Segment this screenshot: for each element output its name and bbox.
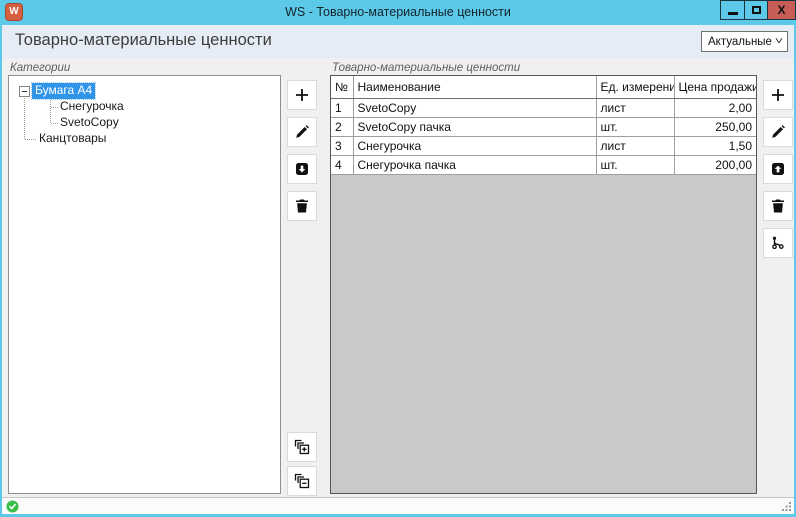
unarchive-item-button[interactable] <box>763 154 793 184</box>
tree-connector-line <box>24 98 25 139</box>
tree-node-category[interactable]: SvetoCopy <box>57 115 122 131</box>
plus-icon <box>770 87 786 103</box>
cell-price: 200,00 <box>674 155 756 174</box>
archive-down-icon <box>294 161 310 177</box>
column-header-number[interactable]: № <box>331 76 353 98</box>
expand-all-icon <box>294 439 310 455</box>
item-relations-button[interactable] <box>763 228 793 258</box>
client-area: Товарно-материальные ценности Актуальные… <box>2 25 794 514</box>
titlebar: W WS - Товарно-материальные ценности X <box>0 0 796 25</box>
categories-tree: Бумага А4 Снегурочка SvetoCopy Канцтовар… <box>9 76 280 493</box>
column-header-unit[interactable]: Ед. измерения <box>596 76 674 98</box>
cell-unit: лист <box>596 98 674 117</box>
delete-item-button[interactable] <box>763 191 793 221</box>
table-row[interactable]: 3 Снегурочка лист 1,50 <box>331 136 756 155</box>
categories-tree-panel: Бумага А4 Снегурочка SvetoCopy Канцтовар… <box>8 75 281 494</box>
items-table: № Наименование Ед. измерения Цена продаж… <box>331 76 756 175</box>
trash-icon <box>770 198 786 214</box>
page-header: Товарно-материальные ценности Актуальные… <box>2 25 794 58</box>
cell-name: Снегурочка <box>353 136 596 155</box>
success-check-icon <box>6 500 19 513</box>
add-item-button[interactable] <box>763 80 793 110</box>
edit-category-button[interactable] <box>287 117 317 147</box>
column-header-name[interactable]: Наименование <box>353 76 596 98</box>
edit-item-button[interactable] <box>763 117 793 147</box>
cell-number: 1 <box>331 98 353 117</box>
app-window: W WS - Товарно-материальные ценности X Т… <box>0 0 796 517</box>
minimize-icon <box>728 12 738 15</box>
tree-node-category[interactable]: Канцтовары <box>36 131 109 147</box>
page-title: Товарно-материальные ценности <box>15 31 272 50</box>
pencil-icon <box>770 124 786 140</box>
cell-price: 1,50 <box>674 136 756 155</box>
delete-category-button[interactable] <box>287 191 317 221</box>
table-row[interactable]: 1 SvetoCopy лист 2,00 <box>331 98 756 117</box>
table-header-row: № Наименование Ед. измерения Цена продаж… <box>331 76 756 98</box>
tree-connector-line <box>25 139 36 140</box>
maximize-icon <box>752 6 761 14</box>
expand-all-button[interactable] <box>287 432 317 462</box>
branch-icon <box>770 235 786 251</box>
table-row[interactable]: 2 SvetoCopy пачка шт. 250,00 <box>331 117 756 136</box>
cell-name: SvetoCopy пачка <box>353 117 596 136</box>
tree-node-category[interactable]: Снегурочка <box>57 99 127 115</box>
chevron-down-icon: ˅ <box>775 36 783 47</box>
resize-grip[interactable] <box>781 501 793 513</box>
trash-icon <box>294 198 310 214</box>
collapse-all-icon <box>294 473 310 489</box>
table-row[interactable]: 4 Снегурочка пачка шт. 200,00 <box>331 155 756 174</box>
tree-collapse-toggle[interactable] <box>19 86 30 97</box>
cell-number: 4 <box>331 155 353 174</box>
tree-node-category[interactable]: Бумага А4 <box>32 83 95 99</box>
tree-connector-line <box>50 98 51 123</box>
cell-name: SvetoCopy <box>353 98 596 117</box>
close-button[interactable]: X <box>767 0 796 20</box>
cell-price: 250,00 <box>674 117 756 136</box>
close-icon: X <box>777 4 785 16</box>
categories-label: Категории <box>10 62 70 74</box>
collapse-all-button[interactable] <box>287 466 317 496</box>
maximize-button[interactable] <box>744 0 768 20</box>
items-grid-panel: № Наименование Ед. измерения Цена продаж… <box>330 75 757 494</box>
cell-name: Снегурочка пачка <box>353 155 596 174</box>
pencil-icon <box>294 124 310 140</box>
cell-unit: шт. <box>596 155 674 174</box>
window-title: WS - Товарно-материальные ценности <box>0 0 796 25</box>
archive-up-icon <box>770 161 786 177</box>
cell-number: 3 <box>331 136 353 155</box>
minimize-button[interactable] <box>720 0 745 20</box>
cell-unit: шт. <box>596 117 674 136</box>
cell-number: 2 <box>331 117 353 136</box>
cell-unit: лист <box>596 136 674 155</box>
status-bar <box>2 497 794 514</box>
items-label: Товарно-материальные ценности <box>332 62 520 74</box>
filter-selected-value: Актуальные <box>708 36 772 48</box>
actuality-filter-select[interactable]: Актуальные ˅ <box>701 31 788 52</box>
add-category-button[interactable] <box>287 80 317 110</box>
archive-category-button[interactable] <box>287 154 317 184</box>
cell-price: 2,00 <box>674 98 756 117</box>
plus-icon <box>294 87 310 103</box>
column-header-price[interactable]: Цена продажи <box>674 76 756 98</box>
